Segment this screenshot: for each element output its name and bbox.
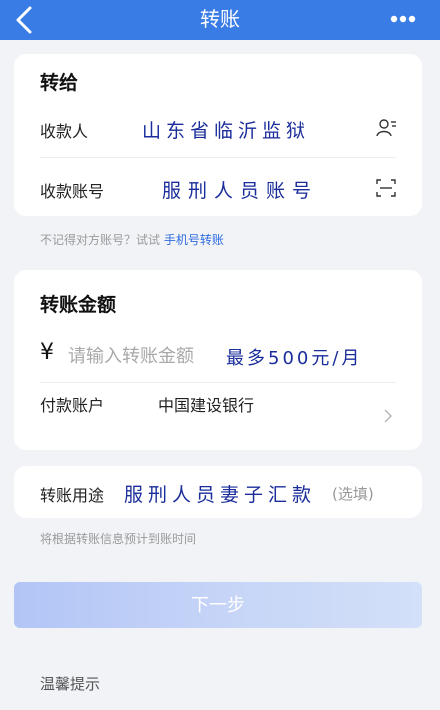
row-divider (40, 157, 396, 158)
account-label: 收款账号 (40, 182, 105, 201)
top-navigation-bar: 转账 (0, 0, 440, 40)
payee-label: 收款人 (40, 122, 89, 141)
more-icon[interactable] (390, 15, 416, 23)
amount-section-title: 转账金额 (40, 294, 117, 316)
row-divider (40, 382, 396, 383)
amount-card: 转账金额 ¥ 请输入转账金额 最多500元/月 付款账户 中国建设银行 (14, 270, 422, 450)
payee-name-field[interactable]: 山东省临沂监狱 (142, 116, 310, 143)
payee-section-title: 转给 (40, 72, 79, 94)
currency-symbol: ¥ (40, 340, 54, 365)
amount-input[interactable]: 请输入转账金额 (68, 342, 194, 368)
page-title: 转账 (200, 7, 240, 31)
chevron-right-icon[interactable] (383, 408, 393, 424)
phone-transfer-link[interactable]: 手机号转账 (164, 233, 224, 247)
payee-card: 转给 收款人 山东省临沂监狱 收款账号 服刑人员账号 (14, 54, 422, 216)
purpose-optional-hint: (选填) (332, 485, 374, 503)
account-number-field[interactable]: 服刑人员账号 (162, 176, 318, 203)
arrival-time-hint: 将根据转账信息预计到账时间 (40, 532, 197, 546)
amount-limit-note: 最多500元/月 (226, 348, 363, 369)
phone-transfer-hint: 不记得对方账号？试试 手机号转账 (40, 231, 224, 248)
pay-account-value[interactable]: 中国建设银行 (158, 392, 254, 416)
purpose-card: 转账用途 (选填) 服刑人员妻子汇款 (14, 466, 422, 518)
purpose-input[interactable]: 服刑人员妻子汇款 (124, 480, 316, 507)
scan-icon[interactable] (375, 178, 397, 198)
contacts-icon[interactable] (376, 118, 398, 138)
purpose-label: 转账用途 (40, 486, 105, 505)
next-step-button[interactable]: 下一步 (14, 582, 422, 628)
warm-tips-label[interactable]: 温馨提示 (40, 673, 100, 694)
pay-account-label: 付款账户 (40, 396, 105, 415)
phone-hint-text: 不记得对方账号？试试 (40, 233, 164, 247)
